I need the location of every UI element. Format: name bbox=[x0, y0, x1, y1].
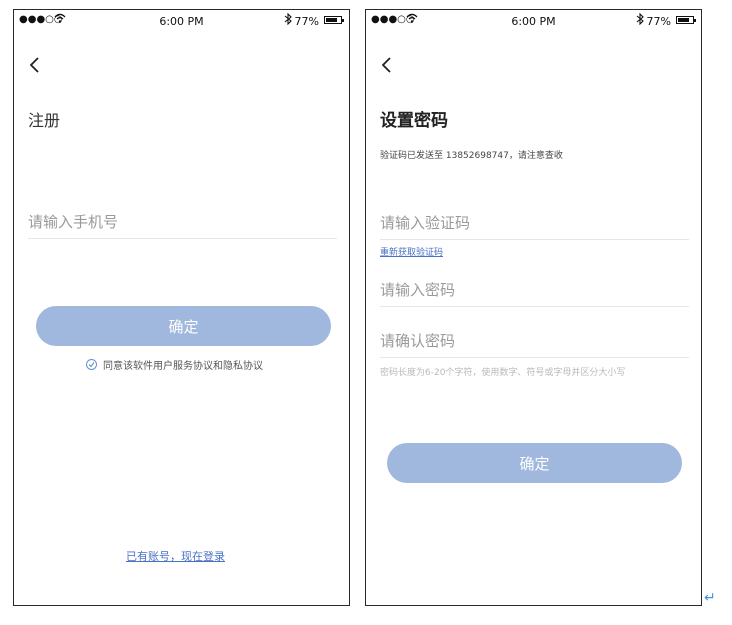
back-button[interactable] bbox=[378, 54, 398, 76]
status-bar: ●●●○○ 6:00 PM 77% bbox=[366, 10, 701, 32]
confirm-password-input[interactable] bbox=[380, 325, 689, 358]
login-link[interactable]: 已有账号，现在登录 bbox=[126, 548, 225, 564]
register-screen: ●●●○○ 6:00 PM 77% 注册 确定 同 bbox=[13, 9, 350, 606]
battery-icon bbox=[676, 16, 696, 24]
bluetooth-icon bbox=[636, 12, 644, 28]
return-icon: ↵ bbox=[704, 590, 716, 606]
status-bar: ●●●○○ 6:00 PM 77% bbox=[14, 10, 349, 32]
phone-input[interactable] bbox=[28, 206, 337, 239]
password-input[interactable] bbox=[380, 274, 689, 307]
password-hint: 密码长度为6-20个字符，使用数字、符号或字母并区分大小写 bbox=[380, 368, 626, 378]
battery-icon bbox=[324, 16, 344, 24]
battery-percent: 77% bbox=[646, 15, 671, 28]
code-sent-notice: 验证码已发送至 13852698747，请注意查收 bbox=[380, 151, 563, 161]
resend-code-link[interactable]: 重新获取验证码 bbox=[380, 245, 443, 258]
confirm-button[interactable]: 确定 bbox=[387, 443, 682, 483]
set-password-screen: ●●●○○ 6:00 PM 77% 设置密码 验证码已发送至 138526987… bbox=[365, 9, 702, 606]
confirm-button[interactable]: 确定 bbox=[36, 306, 331, 346]
verification-code-input[interactable] bbox=[380, 207, 689, 240]
page-title: 注册 bbox=[28, 111, 61, 130]
checkbox-icon bbox=[86, 359, 97, 370]
agreement-checkbox[interactable]: 同意该软件用户服务协议和隐私协议 bbox=[86, 357, 263, 372]
bluetooth-icon bbox=[284, 12, 292, 28]
agreement-text: 同意该软件用户服务协议和隐私协议 bbox=[103, 361, 263, 372]
battery-percent: 77% bbox=[294, 15, 319, 28]
back-icon bbox=[381, 57, 391, 73]
back-icon bbox=[29, 57, 39, 73]
back-button[interactable] bbox=[26, 54, 46, 76]
page-title: 设置密码 bbox=[380, 111, 448, 131]
